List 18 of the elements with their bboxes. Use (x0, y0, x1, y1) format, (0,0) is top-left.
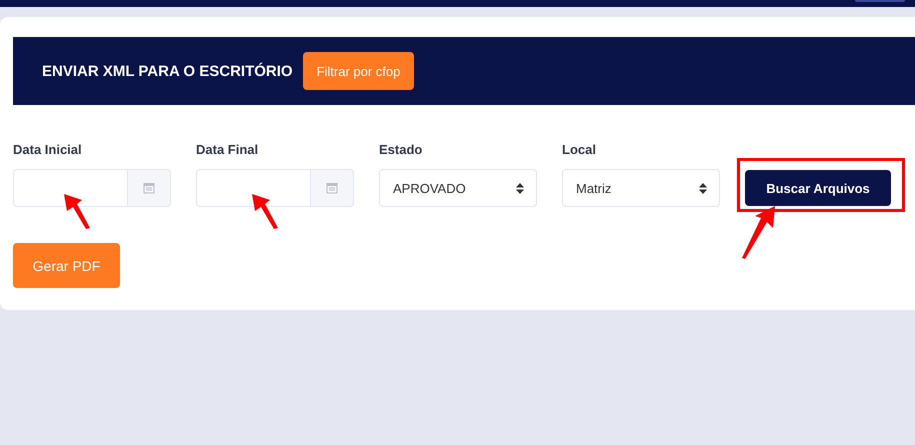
annotation-arrow (250, 192, 280, 230)
date-field[interactable] (196, 169, 310, 207)
field-label: Local (562, 142, 597, 157)
calendar-icon (143, 182, 155, 194)
date-field[interactable] (13, 169, 127, 207)
select-field[interactable]: Matriz (562, 169, 720, 207)
calendar-icon (326, 182, 338, 194)
select-field[interactable]: APROVADO (379, 169, 537, 207)
field-label: Estado (379, 142, 424, 157)
field-label: Data Final (196, 142, 260, 157)
annotation-arrow (62, 192, 92, 230)
search-button[interactable]: Buscar Arquivos (745, 170, 891, 206)
sort-caret-icon (699, 182, 707, 194)
page-title: ENVIAR XML PARA O ESCRITÓRIO (42, 62, 293, 80)
sort-caret-icon (516, 182, 524, 194)
calendar-button[interactable] (310, 169, 354, 207)
field-label: Data Inicial (13, 142, 83, 157)
calendar-button[interactable] (127, 169, 171, 207)
